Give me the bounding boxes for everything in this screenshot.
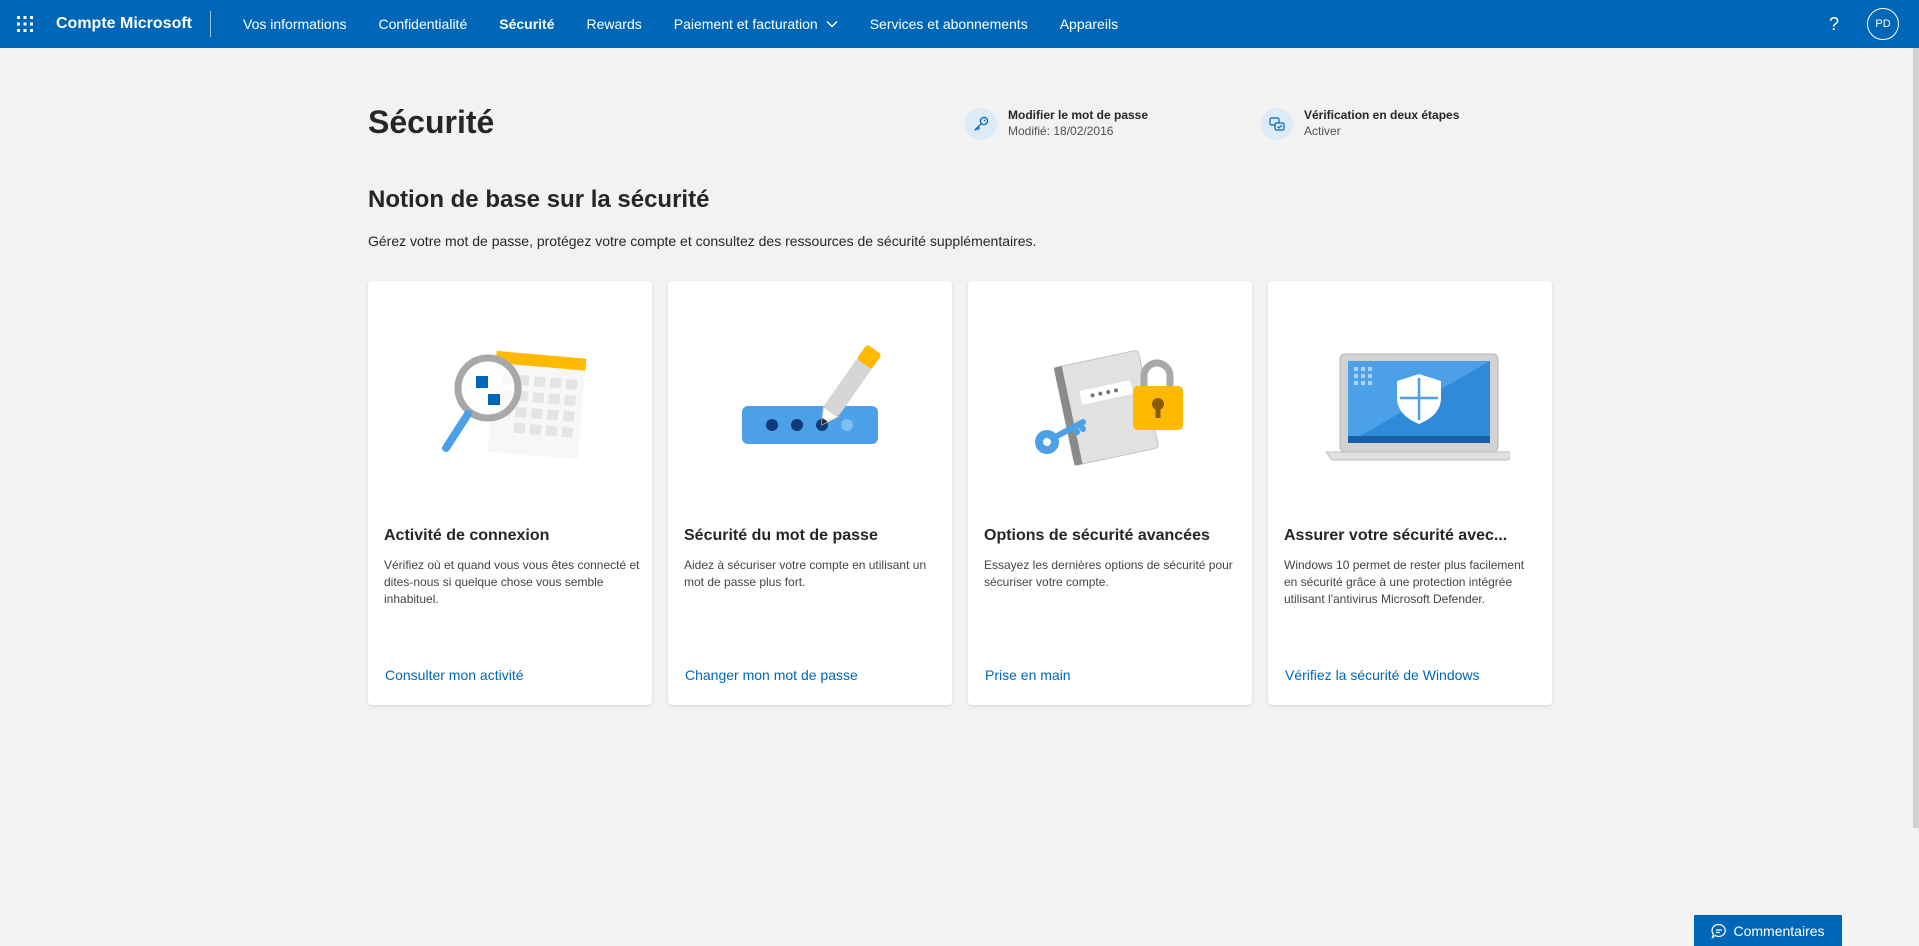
nav-services-abonnements[interactable]: Services et abonnements [854,16,1044,32]
help-icon[interactable]: ? [1829,14,1839,35]
quick-link-subtitle: Activer [1304,124,1341,138]
quick-link-title: Modifier le mot de passe [1008,108,1149,122]
card-password-security: Sécurité du mot de passe Aidez à sécuris… [668,281,952,705]
card-title: Assurer votre sécurité avec... [1284,527,1508,544]
nav-confidentialite[interactable]: Confidentialité [363,16,484,32]
nav-paiement-facturation[interactable]: Paiement et facturation [658,16,854,32]
card-description: Windows 10 permet de rester plus facilem… [1284,558,1525,606]
nav-appareils[interactable]: Appareils [1044,16,1134,32]
key-icon [965,108,997,140]
card-windows-security: Assurer votre sécurité avec... Windows 1… [1268,281,1552,705]
card-title: Options de sécurité avancées [984,527,1210,544]
top-navigation-bar: Compte Microsoft Vos informations Confid… [0,0,1919,48]
brand-link[interactable]: Compte Microsoft [56,11,211,37]
chat-icon [1711,923,1727,939]
card-advanced-security: Options de sécurité avancées Essayez les… [968,281,1252,705]
feedback-label: Commentaires [1733,922,1825,939]
nav-rewards[interactable]: Rewards [570,16,657,32]
card-description: Vérifiez où et quand vous vous êtes conn… [384,558,640,606]
chevron-down-icon [826,20,838,28]
card-description: Aidez à sécuriser votre compte en utilis… [684,558,927,589]
get-started-link[interactable]: Prise en main [985,667,1071,683]
nav-securite[interactable]: Sécurité [483,16,570,32]
avatar[interactable]: PD [1867,8,1899,40]
password-pen-illustration [668,281,952,531]
card-sign-in-activity: Activité de connexion Vérifiez où et qua… [368,281,652,705]
card-title: Sécurité du mot de passe [684,527,878,544]
card-description: Essayez les dernières options de sécurit… [984,558,1233,589]
feedback-button[interactable]: Commentaires [1694,915,1842,946]
waffle-icon[interactable] [13,12,37,36]
view-activity-link[interactable]: Consulter mon activité [385,667,524,683]
main-nav: Vos informations Confidentialité Sécurit… [227,16,1134,32]
notebook-lock-key-illustration [968,281,1252,531]
two-step-verification-quick-link[interactable]: Vérification en deux étapes Activer [1261,108,1459,140]
scrollbar[interactable] [1913,48,1919,828]
nav-right: ? PD [1829,0,1919,48]
nav-paiement-label: Paiement et facturation [673,16,818,32]
section-description: Gérez votre mot de passe, protégez votre… [368,233,1037,249]
two-step-icon [1261,108,1293,140]
laptop-shield-illustration [1268,281,1552,531]
page-title: Sécurité [368,104,495,140]
change-password-quick-link[interactable]: Modifier le mot de passe Modifié: 18/02/… [965,108,1148,140]
magnifier-calendar-illustration [368,281,652,531]
change-password-link[interactable]: Changer mon mot de passe [685,667,858,683]
check-windows-security-link[interactable]: Vérifiez la sécurité de Windows [1285,667,1480,683]
section-title: Notion de base sur la sécurité [368,186,710,213]
quick-link-subtitle: Modifié: 18/02/2016 [1008,124,1114,138]
nav-vos-informations[interactable]: Vos informations [227,16,363,32]
card-title: Activité de connexion [384,527,550,544]
quick-link-title: Vérification en deux étapes [1304,108,1460,122]
